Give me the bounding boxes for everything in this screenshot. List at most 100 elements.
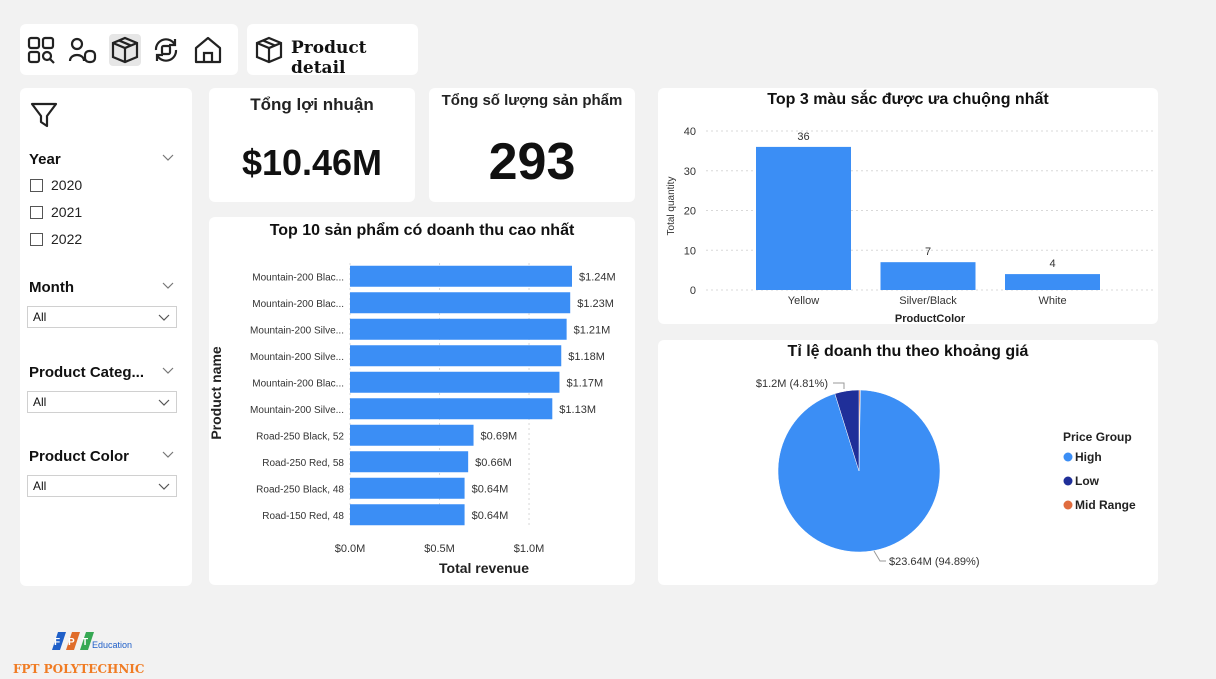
legend-label: Mid Range bbox=[1075, 498, 1136, 512]
bar bbox=[756, 146, 851, 290]
chevron-down-icon bbox=[158, 399, 170, 406]
category-label: Mountain-200 Blac... bbox=[252, 272, 344, 283]
x-tick-label: $0.0M bbox=[335, 543, 366, 555]
filter-panel: Year 2020 2021 2022 Month All Product Ca… bbox=[20, 88, 192, 586]
color-filter-label: Product Color bbox=[29, 448, 129, 465]
price-group-pie-chart: $1.2M (4.81%) $23.64M (94.89%) Price Group… bbox=[756, 378, 1136, 568]
month-dropdown[interactable]: All bbox=[27, 306, 177, 328]
year-2020-checkbox[interactable] bbox=[30, 179, 43, 192]
kpi-value: $10.46M bbox=[241, 142, 383, 183]
chevron-down-icon[interactable] bbox=[162, 367, 174, 375]
data-label: 36 bbox=[797, 131, 809, 143]
bar bbox=[350, 318, 567, 340]
data-label: $1.17M bbox=[566, 377, 603, 389]
data-label: $0.66M bbox=[475, 457, 512, 469]
dashboard-grid-icon[interactable] bbox=[26, 34, 58, 66]
top-colors-chart: 0 10 20 30 40 36 Yellow 7 Silver/Black 4 White Prod… bbox=[666, 126, 1154, 324]
bar bbox=[350, 345, 562, 367]
data-label: $0.64M bbox=[472, 510, 509, 522]
category-label: Mountain-200 Blac... bbox=[252, 299, 344, 310]
quantity-kpi-card: Tổng số lượng sản phẩm 293 bbox=[429, 88, 635, 202]
category-label: Mountain-200 Blac... bbox=[252, 378, 344, 389]
data-label: $1.21M bbox=[574, 324, 611, 336]
data-label: $1.18M bbox=[568, 351, 605, 363]
year-option-label: 2021 bbox=[51, 204, 83, 220]
dropdown-value: All bbox=[33, 479, 47, 493]
chevron-down-icon[interactable] bbox=[162, 282, 174, 290]
data-label: 4 bbox=[1049, 258, 1055, 270]
top-products-chart-card: Top 10 sản phẩm có doanh thu cao nhất $0… bbox=[209, 217, 635, 585]
refresh-icon[interactable] bbox=[150, 34, 182, 66]
svg-text:F: F bbox=[54, 637, 60, 648]
fpt-logo-mark: F P T bbox=[52, 632, 94, 650]
y-tick-label: 30 bbox=[684, 166, 696, 178]
kpi-label: Tổng số lượng sản phẩm bbox=[441, 92, 623, 109]
y-tick-label: 20 bbox=[684, 206, 696, 218]
product-box-icon[interactable] bbox=[109, 34, 141, 66]
legend-title: Price Group bbox=[1063, 430, 1132, 444]
category-dropdown[interactable]: All bbox=[27, 391, 177, 413]
logo-sub: Education bbox=[92, 640, 133, 650]
chevron-down-icon bbox=[158, 483, 170, 490]
bar bbox=[350, 477, 465, 499]
bar bbox=[1005, 274, 1100, 290]
x-axis-label: Total revenue bbox=[439, 560, 529, 576]
data-label: $1.2M (4.81%) bbox=[756, 378, 828, 390]
x-tick-label: $0.5M bbox=[424, 543, 455, 555]
bar bbox=[350, 451, 469, 473]
y-tick-label: 0 bbox=[690, 285, 696, 297]
category-filter-label: Product Categ... bbox=[29, 364, 145, 381]
page-header: Product detail bbox=[247, 24, 418, 78]
page-title: Product detail bbox=[291, 38, 367, 78]
y-tick-label: 10 bbox=[684, 245, 696, 257]
color-dropdown[interactable]: All bbox=[27, 475, 177, 497]
legend-marker bbox=[1063, 452, 1073, 462]
chevron-down-icon bbox=[158, 314, 170, 321]
bar bbox=[350, 504, 465, 526]
home-icon[interactable] bbox=[192, 34, 224, 66]
svg-text:T: T bbox=[82, 637, 88, 648]
year-2021-checkbox[interactable] bbox=[30, 206, 43, 219]
bar bbox=[880, 262, 976, 290]
y-axis-label: Product name bbox=[209, 346, 224, 440]
category-label: Road-150 Red, 48 bbox=[262, 511, 344, 522]
user-group-icon[interactable] bbox=[67, 34, 99, 66]
leader-line bbox=[833, 382, 845, 389]
bar bbox=[350, 265, 572, 287]
category-label: Road-250 Red, 58 bbox=[262, 458, 344, 469]
bar bbox=[350, 398, 553, 420]
year-2022-checkbox[interactable] bbox=[30, 233, 43, 246]
category-label: Yellow bbox=[788, 295, 819, 307]
y-axis-label: Total quantity bbox=[666, 177, 677, 236]
year-option-label: 2022 bbox=[51, 231, 83, 247]
top-products-chart: $0.0M $0.5M $1.0M Mountain-200 Blac... $1.24… bbox=[209, 263, 616, 576]
x-tick-label: $1.0M bbox=[514, 543, 545, 555]
leader-line bbox=[873, 550, 886, 562]
bar bbox=[350, 371, 560, 393]
chevron-down-icon[interactable] bbox=[162, 154, 174, 162]
dropdown-value: All bbox=[33, 395, 47, 409]
fpt-logo: F P T Education FPT POLYTECHNIC bbox=[13, 630, 170, 676]
logo-name: FPT POLYTECHNIC bbox=[13, 662, 145, 676]
data-label: $1.24M bbox=[579, 271, 616, 283]
dropdown-value: All bbox=[33, 310, 47, 324]
kpi-value: 293 bbox=[488, 133, 576, 191]
category-label: Mountain-200 Silve... bbox=[250, 405, 344, 416]
y-tick-label: 40 bbox=[684, 126, 696, 138]
filter-icon bbox=[30, 102, 58, 128]
month-filter-label: Month bbox=[29, 279, 74, 296]
category-label: Silver/Black bbox=[899, 295, 957, 307]
category-label: Mountain-200 Silve... bbox=[250, 352, 344, 363]
chevron-down-icon[interactable] bbox=[162, 451, 174, 459]
category-label: Road-250 Black, 52 bbox=[256, 431, 344, 442]
box-icon bbox=[255, 36, 283, 64]
price-group-chart-card: Tỉ lệ doanh thu theo khoảng giá $1.2M (4… bbox=[658, 340, 1158, 585]
data-label: $0.64M bbox=[472, 483, 509, 495]
legend-marker bbox=[1063, 476, 1073, 486]
kpi-label: Tổng lợi nhuận bbox=[250, 95, 374, 114]
legend-label: High bbox=[1075, 450, 1102, 464]
top-colors-chart-card: Top 3 màu sắc được ưa chuộng nhất 0 10 20 3… bbox=[658, 88, 1158, 324]
x-axis-label: ProductColor bbox=[895, 313, 966, 324]
profit-kpi-card: Tổng lợi nhuận $10.46M bbox=[209, 88, 415, 202]
svg-text:P: P bbox=[68, 637, 75, 648]
